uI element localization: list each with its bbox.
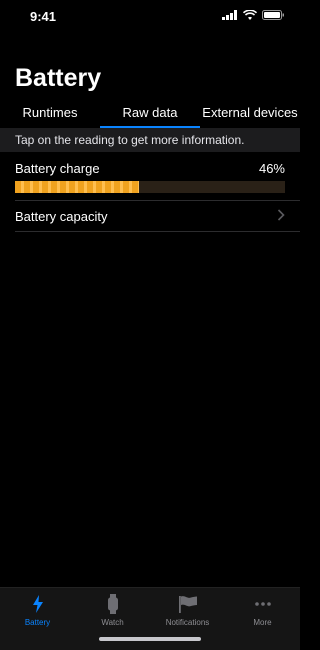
page-title: Battery [15, 64, 102, 92]
battery-charge-label: Battery charge [15, 161, 100, 176]
divider [15, 231, 300, 232]
chevron-right-icon [277, 208, 285, 224]
tab-external-devices[interactable]: External devices [200, 104, 300, 126]
segment-tabs: Runtimes Raw data External devices [0, 104, 300, 128]
tabbar-item-battery[interactable]: Battery [0, 594, 75, 627]
tabbar-label: Watch [101, 618, 124, 627]
tabbar-item-more[interactable]: More [225, 594, 300, 627]
tabbar-label: More [253, 618, 272, 627]
more-icon [225, 594, 300, 614]
info-banner: Tap on the reading to get more informati… [0, 128, 300, 152]
battery-status-icon [262, 10, 284, 20]
bolt-icon [0, 594, 75, 614]
status-bar: 9:41 [0, 0, 300, 34]
battery-charge-value: 46% [258, 161, 285, 176]
battery-capacity-label: Battery capacity [15, 209, 108, 224]
tab-raw-data[interactable]: Raw data [100, 104, 200, 126]
flag-icon [150, 594, 225, 614]
watch-icon [75, 594, 150, 614]
tab-runtimes[interactable]: Runtimes [0, 104, 100, 126]
battery-charge-bar [15, 181, 285, 193]
home-indicator[interactable] [99, 637, 201, 641]
status-icons [222, 10, 284, 20]
tabbar-label: Notifications [165, 618, 210, 627]
tabbar-item-watch[interactable]: Watch [75, 594, 150, 627]
status-time: 9:41 [30, 9, 57, 24]
tabbar-item-notifications[interactable]: Notifications [150, 594, 225, 627]
tabbar-label: Battery [24, 618, 51, 627]
battery-charge-bar-fill [15, 181, 140, 193]
cellular-signal-icon [222, 10, 237, 20]
wifi-icon [243, 10, 257, 20]
divider [15, 200, 300, 201]
